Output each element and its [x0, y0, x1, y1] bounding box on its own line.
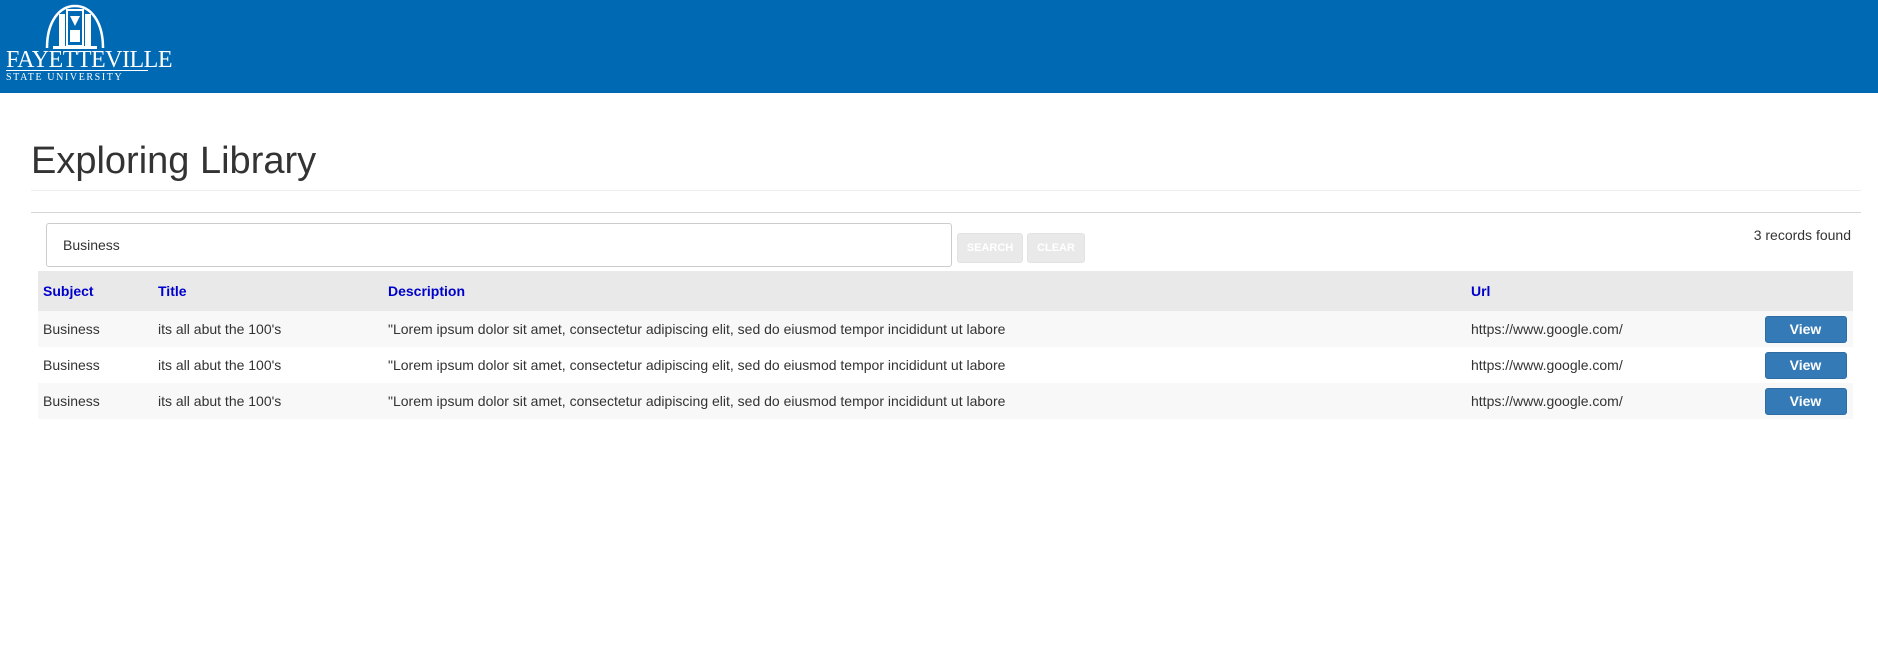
logo-subtitle: STATE UNIVERSITY [6, 72, 124, 83]
table-header: Subject Title Description Url [38, 271, 1853, 311]
cell-action: View [1758, 315, 1853, 343]
cell-url: https://www.google.com/ [1471, 393, 1623, 409]
column-header-title[interactable]: Title [153, 283, 383, 299]
table-row: Business its all abut the 100's "Lorem i… [38, 383, 1853, 419]
cell-description: "Lorem ipsum dolor sit amet, consectetur… [388, 357, 1006, 373]
cell-url: https://www.google.com/ [1471, 321, 1623, 337]
cell-subject: Business [43, 321, 100, 337]
records-count: 3 records found [1753, 227, 1851, 243]
cell-url: https://www.google.com/ [1471, 357, 1623, 373]
search-button[interactable]: SEARCH [957, 233, 1023, 263]
university-seal-icon [45, 4, 105, 49]
cell-description: "Lorem ipsum dolor sit amet, consectetur… [388, 321, 1006, 337]
university-logo[interactable]: FAYETTEVILLE STATE UNIVERSITY [4, 0, 172, 86]
table-row: Business its all abut the 100's "Lorem i… [38, 311, 1853, 347]
view-button[interactable]: View [1764, 315, 1847, 343]
view-button[interactable]: View [1764, 387, 1847, 415]
page-title: Exploring Library [31, 140, 317, 182]
clear-button[interactable]: CLEAR [1027, 233, 1085, 263]
cell-description: "Lorem ipsum dolor sit amet, consectetur… [388, 393, 1006, 409]
cell-action: View [1758, 387, 1853, 415]
section-divider [31, 212, 1861, 213]
cell-subject: Business [43, 357, 100, 373]
title-divider [31, 190, 1861, 191]
cell-subject: Business [43, 393, 100, 409]
view-button[interactable]: View [1764, 351, 1847, 379]
logo-wordmark: FAYETTEVILLE [6, 47, 172, 73]
cell-title: its all abut the 100's [158, 357, 282, 373]
table-row: Business its all abut the 100's "Lorem i… [38, 347, 1853, 383]
cell-title: its all abut the 100's [158, 321, 282, 337]
column-header-url[interactable]: Url [1466, 283, 1758, 299]
site-header: FAYETTEVILLE STATE UNIVERSITY [0, 0, 1878, 93]
column-header-subject[interactable]: Subject [38, 283, 153, 299]
logo-divider [6, 70, 148, 71]
search-input[interactable] [46, 223, 952, 267]
results-table: Subject Title Description Url Business i… [38, 271, 1853, 419]
cell-title: its all abut the 100's [158, 393, 282, 409]
cell-action: View [1758, 351, 1853, 379]
column-header-description[interactable]: Description [383, 283, 1466, 299]
